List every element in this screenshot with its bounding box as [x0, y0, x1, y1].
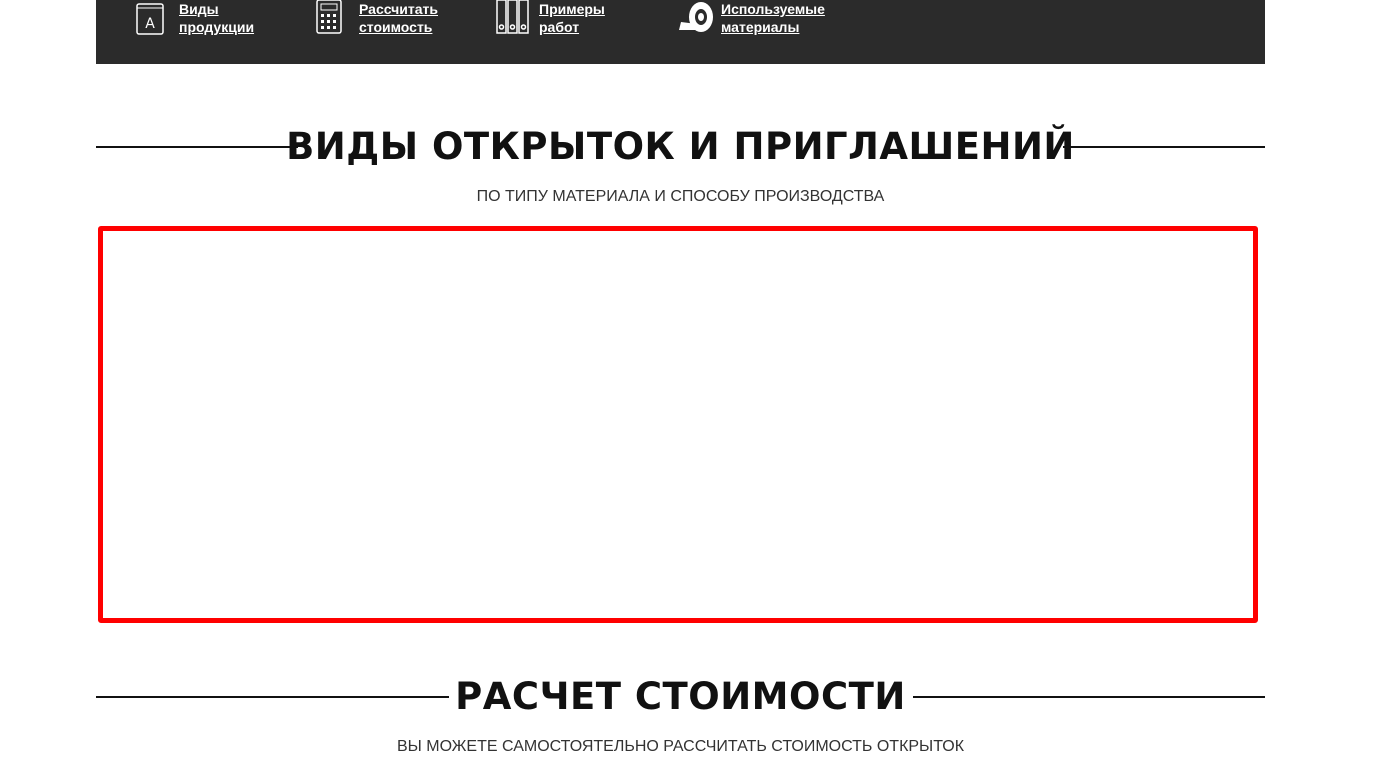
nav-label-calculate-cost: Рассчитать стоимость [359, 1, 438, 35]
nav-label-product-types: Виды продукции [179, 1, 255, 35]
cost-section-header: РАСЧЕТ СТОИМОСТИ ВЫ МОЖЕТЕ САМОСТОЯТЕЛЬН… [96, 670, 1265, 764]
highlighted-content-area [98, 226, 1258, 623]
section-title: РАСЧЕТ СТОИМОСТИ [455, 675, 906, 718]
nav-label-materials-used: Используемые материалы [721, 1, 825, 35]
section-subtitle: ВЫ МОЖЕТЕ САМОСТОЯТЕЛЬНО РАССЧИТАТЬ СТОИ… [396, 738, 965, 755]
paper-roll-icon [679, 2, 713, 32]
svg-text:A: A [145, 16, 155, 32]
nav-link-materials-used[interactable]: Используемые материалы [675, 0, 825, 40]
section-title: ВИДЫ ОТКРЫТОК И ПРИГЛАШЕНИЙ [286, 125, 1075, 168]
nav-link-calculate-cost[interactable]: Рассчитать стоимость [315, 0, 438, 40]
calculator-icon [316, 0, 342, 34]
binders-icon [496, 0, 529, 34]
section-subtitle: ПО ТИПУ МАТЕРИАЛА И СПОСОБУ ПРОИЗВОДСТВА [476, 188, 885, 205]
book-a-icon: A [136, 3, 164, 35]
nav-link-product-types[interactable]: A Виды продукции [135, 0, 254, 40]
nav-label-work-examples: Примеры работ [539, 1, 605, 35]
nav-link-work-examples[interactable]: Примеры работ [495, 0, 605, 40]
card-types-section-header: ВИДЫ ОТКРЫТОК И ПРИГЛАШЕНИЙ ПО ТИПУ МАТЕ… [96, 120, 1265, 210]
top-navigation-bar: A Виды продукции Рассчитать стоимость Пр… [96, 0, 1265, 64]
